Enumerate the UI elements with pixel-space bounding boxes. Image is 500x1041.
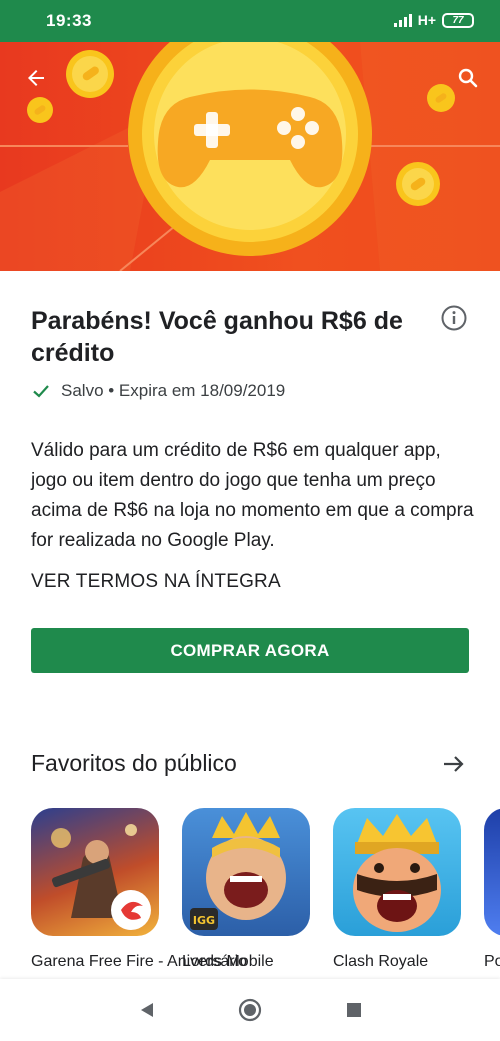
app-name: Lords Mobile (182, 953, 274, 970)
app-card-partial[interactable]: Po (484, 808, 500, 972)
arrow-back-icon (28, 70, 44, 86)
check-icon (33, 385, 49, 398)
search-button[interactable] (450, 60, 486, 96)
triangle-back-icon (141, 1003, 153, 1017)
favorites-carousel: Garena Free Fire - Aniversário IGG Lords… (31, 808, 500, 978)
back-button[interactable] (18, 60, 54, 96)
status-indicators: H+ 77 (393, 12, 474, 28)
gamepad-coin-icon (0, 42, 500, 271)
app-name: Po (484, 953, 500, 970)
saved-text: Salvo • Expira em 18/09/2019 (61, 381, 286, 400)
app-card-free-fire[interactable]: Garena Free Fire - Aniversário (31, 808, 248, 972)
saved-status: Salvo • Expira em 18/09/2019 (31, 381, 285, 401)
buy-now-button[interactable]: COMPRAR AGORA (31, 628, 469, 673)
nav-recents-button[interactable] (341, 997, 367, 1023)
promo-banner (0, 42, 500, 271)
network-type: H+ (417, 12, 436, 28)
terms-link[interactable]: VER TERMOS NA ÍNTEGRA (31, 571, 281, 593)
system-nav-bar (0, 979, 500, 1041)
free-fire-icon (31, 808, 159, 936)
nav-back-button[interactable] (134, 997, 160, 1023)
app-card-clash-royale[interactable]: Clash Royale (333, 808, 463, 972)
lords-mobile-icon: IGG (182, 808, 310, 936)
signal-icon (393, 13, 412, 27)
nav-home-button[interactable] (237, 997, 263, 1023)
svg-text:IGG: IGG (193, 914, 215, 927)
app-name: Garena Free Fire - Aniversário (31, 953, 248, 970)
app-name: Clash Royale (333, 953, 429, 970)
clash-royale-icon (333, 808, 461, 936)
home-circle-icon (238, 998, 262, 1022)
info-icon[interactable] (440, 304, 468, 332)
square-recents-icon (347, 1003, 361, 1017)
offer-title: Parabéns! Você ganhou R$6 de crédito (31, 307, 403, 367)
app-card-lords-mobile[interactable]: IGG Lords Mobile (182, 808, 312, 972)
offer-description: Válido para um crédito de R$6 em qualque… (31, 440, 474, 551)
status-bar: 19:33 H+ 77 (0, 0, 500, 42)
search-icon (458, 68, 478, 88)
status-time: 19:33 (46, 11, 92, 30)
section-title: Favoritos do público (31, 750, 237, 776)
battery-icon: 77 (442, 12, 474, 28)
app-icon (484, 808, 500, 936)
arrow-forward-icon[interactable] (440, 750, 468, 778)
